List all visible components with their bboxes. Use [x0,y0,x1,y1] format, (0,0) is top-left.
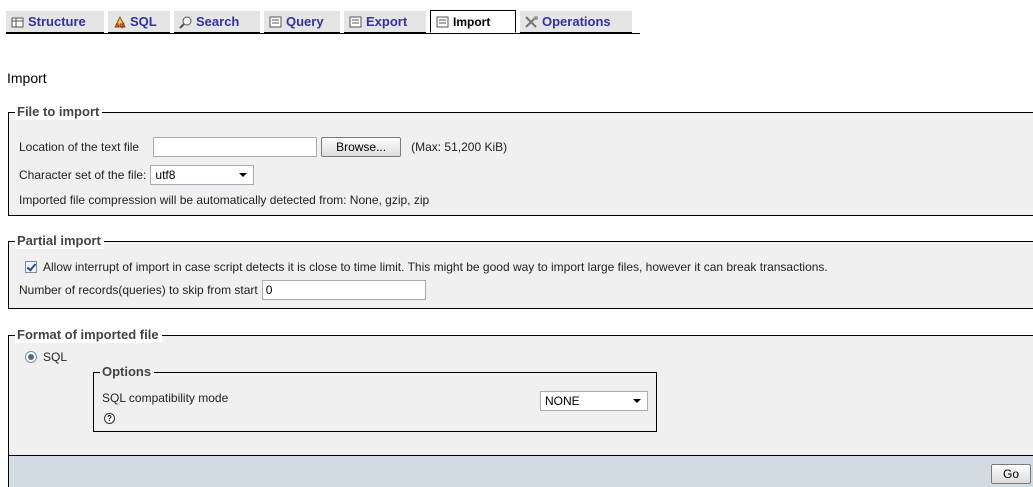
chevron-down-icon [633,399,641,403]
tab-label: Query [286,14,324,29]
skip-records-row: Number of records(queries) to skip from … [19,280,426,300]
partial-import-fieldset: Partial import Allow interrupt of import… [8,233,1033,309]
format-fieldset: Format of imported file SQL Options SQL … [8,327,1033,455]
charset-label: Character set of the file: [19,168,147,182]
skip-records-value: 0 [265,283,273,297]
browse-button[interactable]: Browse... [321,137,402,157]
tab-label: Import [453,14,491,29]
go-button[interactable]: Go [991,464,1031,484]
tab-search[interactable]: Search [174,11,260,33]
tab-export[interactable]: Export [344,11,426,33]
options-legend: Options [100,364,155,380]
import-icon [435,15,451,29]
sql-format-radio[interactable] [25,351,37,363]
max-size-note: (Max: 51,200 KiB) [411,140,508,154]
skip-records-label: Number of records(queries) to skip from … [19,283,258,297]
tab-label: Operations [542,14,611,29]
allow-interrupt-checkbox[interactable] [25,261,37,273]
svg-text:sql: sql [116,23,125,29]
tab-label: Export [366,14,408,29]
options-fieldset: Options SQL compatibility mode ? NONE [93,364,657,432]
tab-import[interactable]: Import [430,10,516,33]
charset-select[interactable]: utf8 [150,165,255,185]
export-icon [348,15,364,29]
charset-value: utf8 [155,168,176,182]
compat-mode-label: SQL compatibility mode [102,391,229,405]
search-icon [178,15,194,29]
tab-structure[interactable]: Structure [6,11,104,33]
compression-row: Imported file compression will be automa… [19,193,429,207]
sql-format-label: SQL [43,350,68,364]
help-icon[interactable]: ? [104,413,115,424]
allow-interrupt-label: Allow interrupt of import in case script… [43,260,828,274]
structure-icon [10,15,26,29]
tab-query[interactable]: Query [264,11,340,33]
file-path-input[interactable] [153,137,318,157]
tab-label: SQL [130,14,157,29]
tab-operations[interactable]: Operations [520,11,632,33]
tab-sql[interactable]: sql SQL [108,11,170,33]
sql-icon: sql [112,15,128,29]
allow-interrupt-row: Allow interrupt of import in case script… [25,260,828,274]
submit-bar: Go [8,455,1033,487]
tab-bar: Structure sql SQL Search Query Export Im… [6,10,640,34]
compat-mode-value: NONE [545,394,580,408]
file-to-import-fieldset: File to import Location of the text file… [8,104,1033,216]
sql-format-row: SQL [25,350,67,364]
fieldset-legend: Partial import [15,233,104,249]
compression-note: Imported file compression will be automa… [19,193,430,207]
charset-row: Character set of the file: utf8 [19,165,255,185]
file-location-row: Location of the text file Browse... (Max… [19,137,507,157]
query-icon [268,15,284,29]
compat-mode-select[interactable]: NONE [540,391,648,411]
chevron-down-icon [239,173,248,177]
page-title: Import [7,70,47,86]
tab-label: Structure [28,14,86,29]
location-label: Location of the text file [19,140,140,154]
fieldset-legend: Format of imported file [15,327,162,343]
tab-label: Search [196,14,240,29]
fieldset-legend: File to import [15,104,103,120]
operations-icon [524,15,540,29]
skip-records-input[interactable]: 0 [261,280,426,300]
